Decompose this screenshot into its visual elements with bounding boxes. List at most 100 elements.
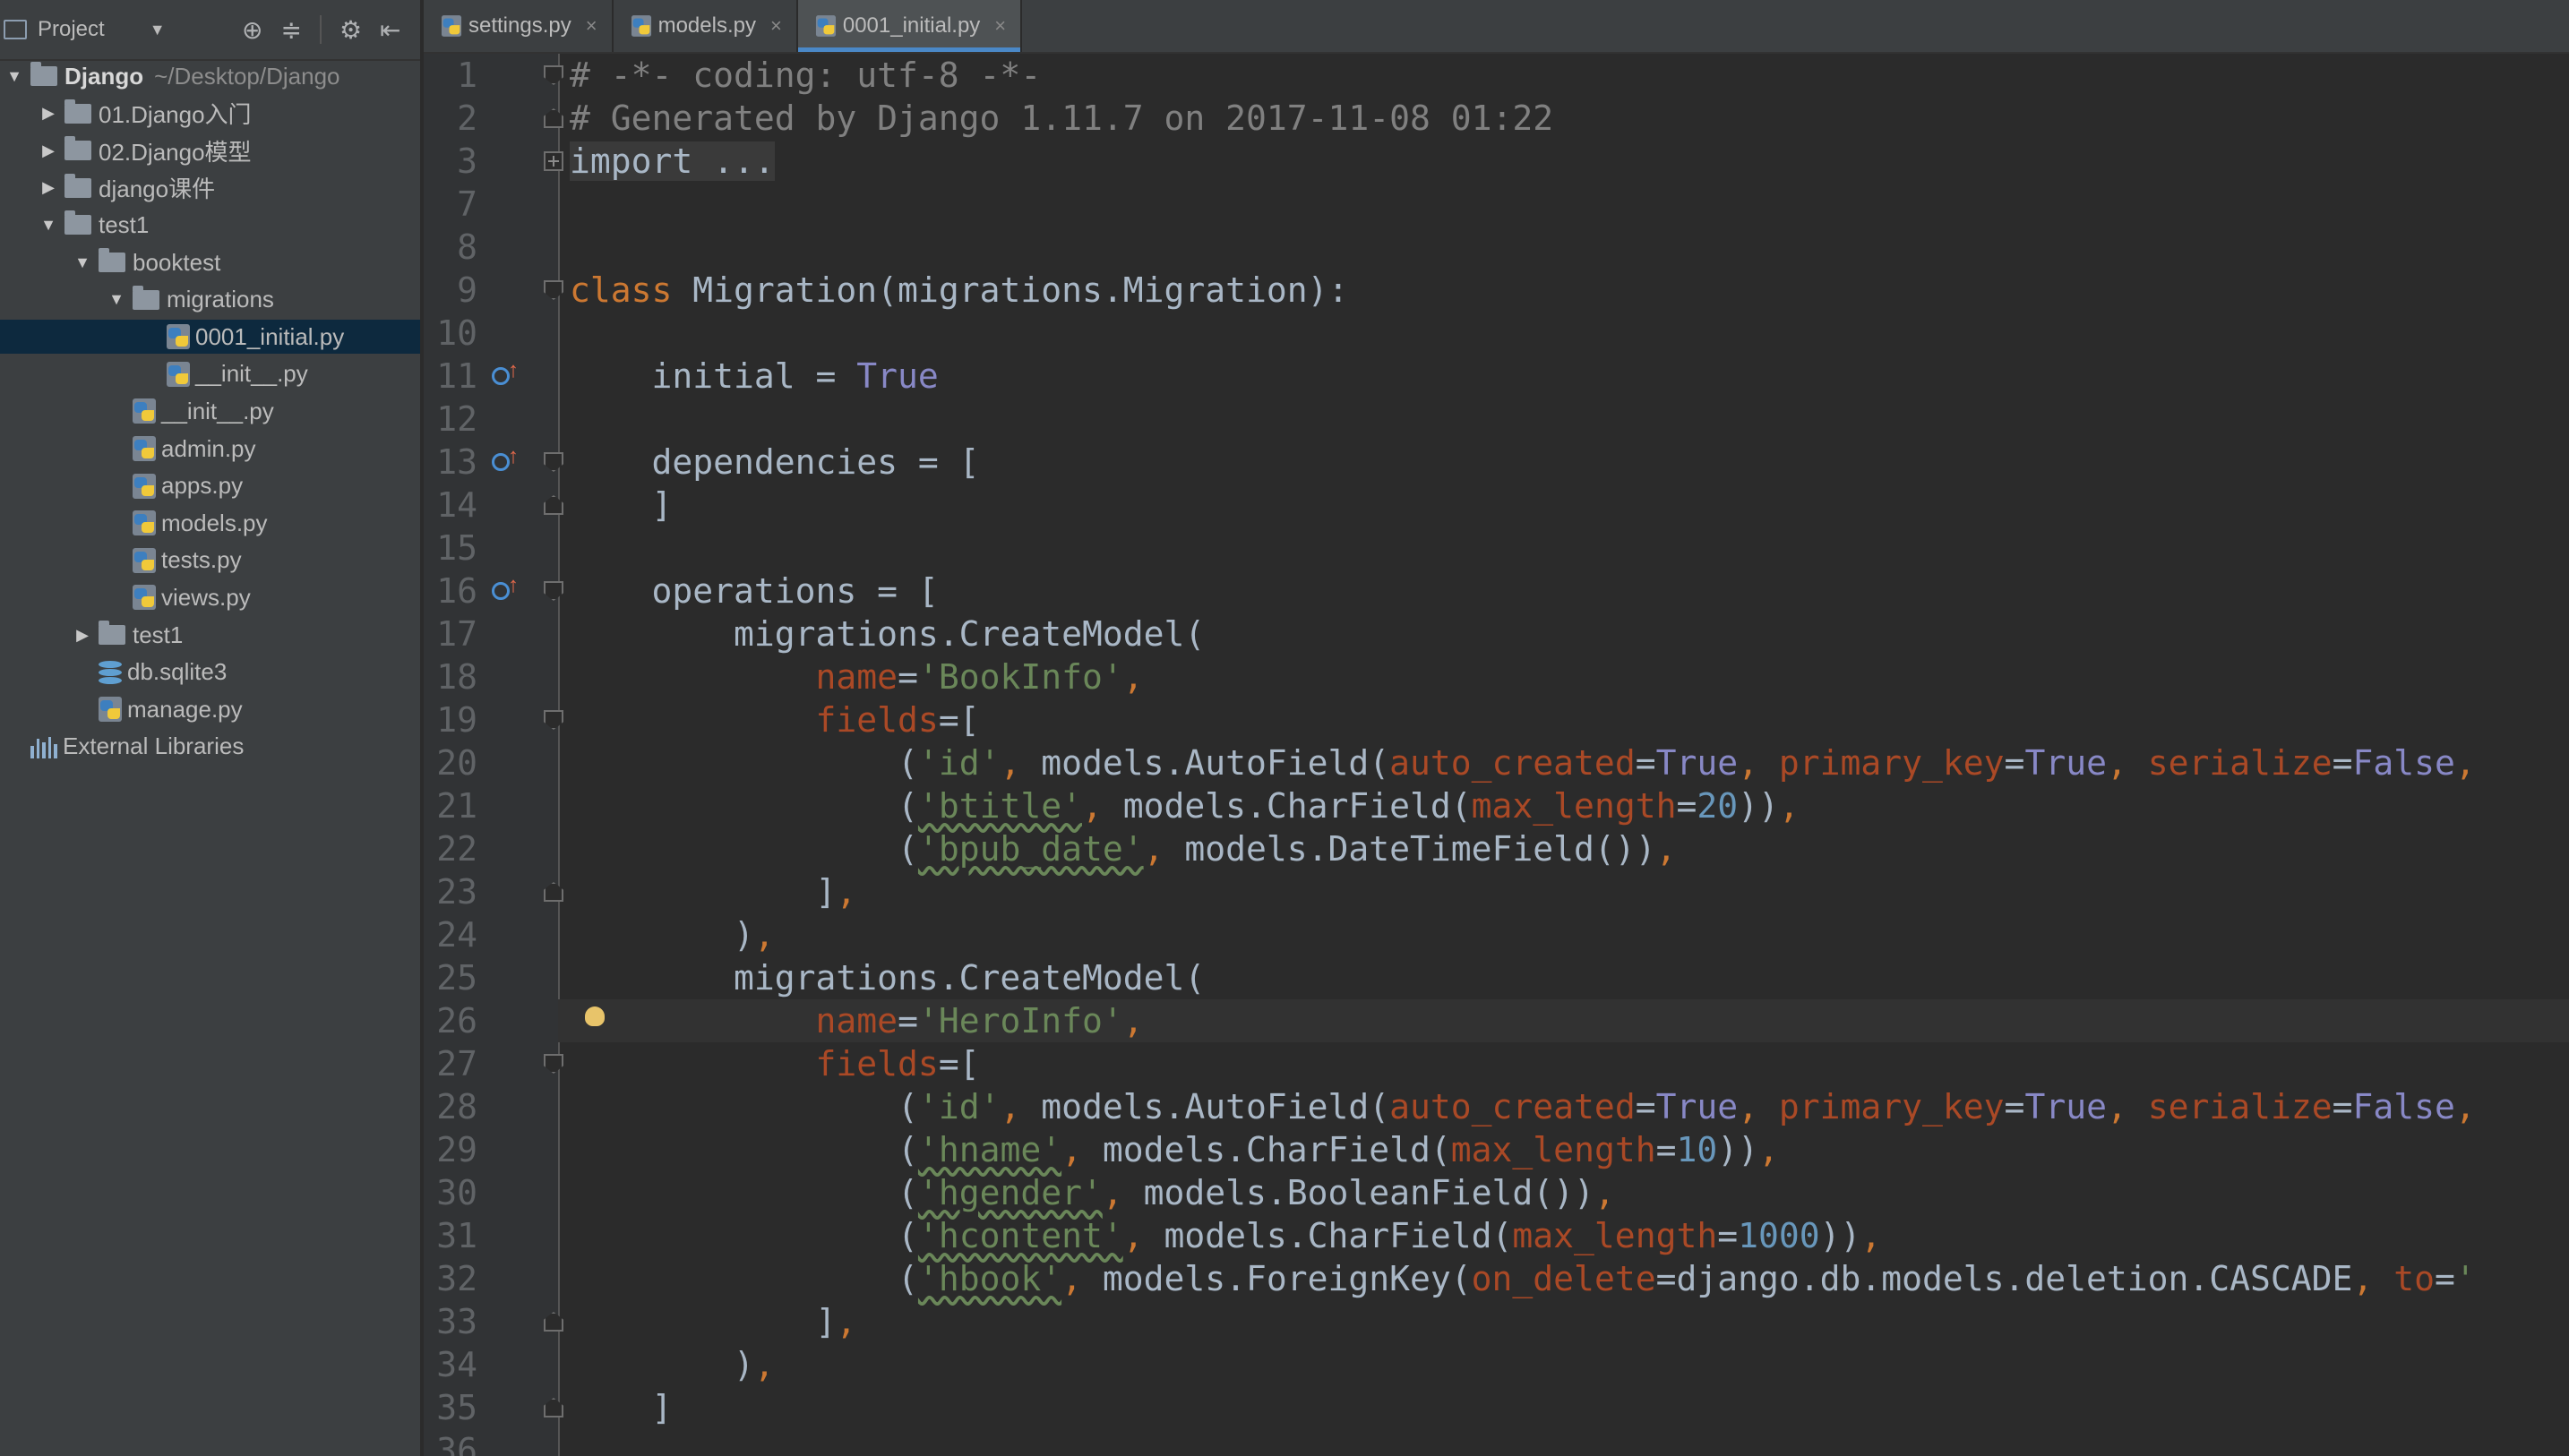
line-number: 23: [436, 872, 477, 912]
tree-item[interactable]: External Libraries: [0, 730, 420, 764]
code-line[interactable]: ],: [570, 1300, 857, 1343]
code-line[interactable]: ],: [570, 870, 857, 913]
code-token: 'HeroInfo': [917, 1001, 1123, 1041]
close-icon[interactable]: ×: [770, 14, 782, 38]
collapsed-arrow-icon[interactable]: ▶: [39, 141, 57, 160]
line-number: 36: [436, 1431, 477, 1456]
code-token: =: [898, 1001, 918, 1041]
code-line[interactable]: initial = True: [570, 355, 939, 398]
expanded-arrow-icon[interactable]: ▼: [5, 67, 23, 86]
code-line[interactable]: ('hcontent', models.CharField(max_length…: [570, 1214, 1881, 1257]
tree-item[interactable]: views.py: [0, 580, 420, 614]
project-view-selector[interactable]: Project: [38, 17, 105, 42]
tree-item[interactable]: ▼ booktest: [0, 245, 420, 279]
code-line[interactable]: dependencies = [: [570, 441, 980, 484]
tree-item[interactable]: ▶ 02.Django模型: [0, 133, 420, 167]
expanded-arrow-icon[interactable]: ▼: [39, 216, 57, 235]
collapse-all-icon[interactable]: ≑: [280, 15, 301, 45]
code-line[interactable]: name='BookInfo',: [570, 655, 1144, 698]
collapsed-arrow-icon[interactable]: ▶: [39, 104, 57, 123]
line-number: 11: [436, 356, 477, 396]
fold-marker-icon[interactable]: [544, 710, 563, 730]
tree-item[interactable]: admin.py: [0, 432, 420, 466]
tree-item[interactable]: ▶ django课件: [0, 171, 420, 205]
editor-tab[interactable]: 0001_initial.py ×: [797, 0, 1023, 52]
code-editor[interactable]: 1 2 3 7 8 9 10 11 ↑ 12 13 ↑ 14 15 16 ↑ 17 18 19 20 21 22 23 24 2…: [424, 54, 2569, 1456]
code-line[interactable]: import ...: [570, 140, 775, 183]
code-line[interactable]: # Generated by Django 1.11.7 on 2017-11-…: [570, 97, 1553, 140]
code-token: ,: [1122, 1216, 1164, 1255]
tree-item-label: __init__.py: [161, 397, 274, 424]
code-line[interactable]: ('hbook', models.ForeignKey(on_delete=dj…: [570, 1257, 2476, 1300]
expanded-arrow-icon[interactable]: ▼: [107, 290, 125, 309]
fold-marker-icon[interactable]: [544, 1054, 563, 1074]
tree-item[interactable]: db.sqlite3: [0, 655, 420, 689]
expand-fold-icon[interactable]: [544, 151, 563, 171]
code-line[interactable]: ]: [570, 1386, 673, 1429]
tree-item[interactable]: apps.py: [0, 469, 420, 503]
fold-marker-icon[interactable]: [544, 882, 563, 902]
line-number: 9: [457, 270, 477, 310]
code-line[interactable]: ('id', models.AutoField(auto_created=Tru…: [570, 1085, 2476, 1128]
code-token: 'hgender': [917, 1173, 1103, 1212]
code-line[interactable]: name='HeroInfo',: [570, 999, 1144, 1042]
tree-item[interactable]: ▶ 01.Django入门: [0, 97, 420, 131]
code-line[interactable]: class Migration(migrations.Migration):: [570, 269, 1348, 312]
close-icon[interactable]: ×: [994, 14, 1006, 38]
line-number: 35: [436, 1388, 477, 1427]
override-marker-icon[interactable]: ↑: [492, 573, 519, 604]
tree-item[interactable]: __init__.py: [0, 394, 420, 428]
close-icon[interactable]: ×: [586, 14, 597, 38]
editor-tab[interactable]: models.py ×: [614, 0, 798, 52]
tree-item[interactable]: 0001_initial.py: [0, 320, 420, 355]
hide-panel-icon[interactable]: ⇤: [380, 15, 400, 45]
tree-item[interactable]: manage.py: [0, 692, 420, 726]
fold-marker-icon[interactable]: [544, 1398, 563, 1417]
code-line[interactable]: ('hgender', models.BooleanField()),: [570, 1171, 1615, 1214]
code-line[interactable]: ),: [570, 1343, 775, 1386]
locate-icon[interactable]: ⊕: [242, 15, 262, 45]
tree-item[interactable]: models.py: [0, 506, 420, 540]
code-line[interactable]: ('btitle', models.CharField(max_length=2…: [570, 784, 1800, 827]
code-line[interactable]: ('bpub_date', models.DateTimeField()),: [570, 827, 1676, 870]
fold-marker-icon[interactable]: [544, 108, 563, 128]
collapsed-arrow-icon[interactable]: ▶: [39, 178, 57, 197]
code-token: 'hname': [917, 1130, 1062, 1169]
tree-item[interactable]: ▼ test1: [0, 208, 420, 242]
code-line[interactable]: # -*- coding: utf-8 -*-: [570, 54, 1041, 97]
tree-item[interactable]: ▼ migrations: [0, 283, 420, 317]
code-token: models.ForeignKey(: [1102, 1259, 1472, 1298]
fold-marker-icon[interactable]: [544, 1312, 563, 1332]
code-line[interactable]: fields=[: [570, 1042, 980, 1085]
override-marker-icon[interactable]: ↑: [492, 444, 519, 475]
tree-item[interactable]: ▼ Django ~/Desktop/Django: [0, 59, 420, 93]
code-line[interactable]: ),: [570, 913, 775, 956]
tree-item-label: External Libraries: [63, 732, 245, 760]
code-line[interactable]: ('id', models.AutoField(auto_created=Tru…: [570, 741, 2476, 784]
gear-icon[interactable]: ⚙: [339, 15, 362, 45]
line-number: 28: [436, 1087, 477, 1126]
fold-marker-icon[interactable]: [544, 280, 563, 300]
chevron-down-icon[interactable]: ▼: [150, 21, 166, 39]
tree-item[interactable]: __init__.py: [0, 357, 420, 391]
fold-marker-icon[interactable]: [544, 495, 563, 515]
code-line[interactable]: migrations.CreateModel(: [570, 956, 1205, 999]
fold-marker-icon[interactable]: [544, 581, 563, 601]
tree-item[interactable]: tests.py: [0, 544, 420, 578]
code-line[interactable]: operations = [: [570, 570, 939, 612]
fold-marker-icon[interactable]: [544, 65, 563, 85]
code-token: ): [570, 1345, 754, 1384]
expanded-arrow-icon[interactable]: ▼: [73, 253, 91, 272]
code-line[interactable]: migrations.CreateModel(: [570, 612, 1205, 655]
tree-item[interactable]: ▶ test1: [0, 618, 420, 652]
code-token: =: [2434, 1259, 2455, 1298]
code-token: (: [570, 1259, 918, 1298]
code-line[interactable]: ]: [570, 484, 673, 527]
fold-marker-icon[interactable]: [544, 452, 563, 472]
override-marker-icon[interactable]: ↑: [492, 358, 519, 389]
editor-tab[interactable]: settings.py ×: [424, 0, 614, 52]
collapsed-arrow-icon[interactable]: ▶: [73, 626, 91, 645]
folder-icon: [64, 173, 91, 198]
code-line[interactable]: ('hname', models.CharField(max_length=10…: [570, 1128, 1779, 1171]
code-line[interactable]: fields=[: [570, 698, 980, 741]
